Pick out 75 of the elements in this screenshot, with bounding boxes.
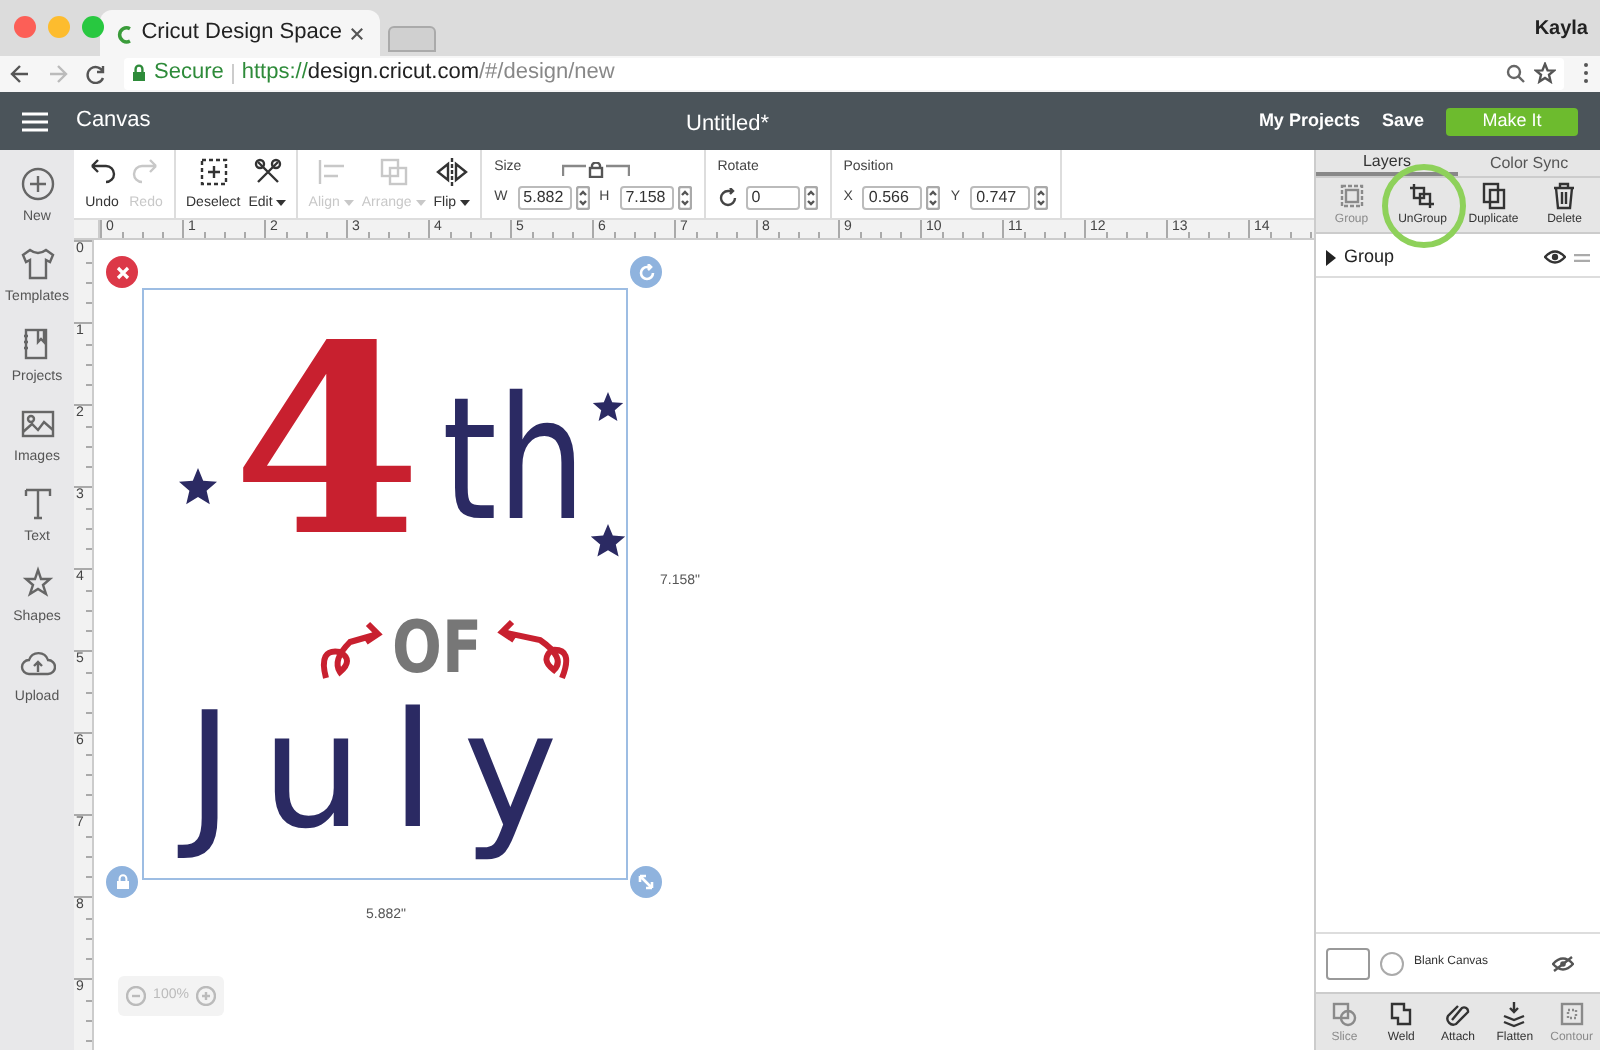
reload-icon[interactable]: [86, 63, 106, 83]
panel-tab[interactable]: Color Sync: [1458, 150, 1600, 176]
address-bar[interactable]: Secure https://design.cricut.com/#/design/new: [124, 57, 1564, 89]
tab-title: Cricut Design Space: [141, 18, 343, 49]
arrow-drawing: [499, 619, 570, 681]
action-icon: [1408, 182, 1437, 210]
tool-icon: [433, 154, 470, 190]
stepper-icon[interactable]: [677, 185, 692, 210]
stepper-icon[interactable]: [575, 185, 590, 210]
tool-icon: [1387, 999, 1416, 1027]
star-icon: [179, 468, 217, 505]
secure-label: Secure: [154, 58, 224, 89]
more-menu-icon[interactable]: [1582, 62, 1590, 84]
back-icon[interactable]: [10, 63, 30, 83]
header-link[interactable]: Save: [1381, 107, 1424, 135]
design-lettering[interactable]: 4: [232, 288, 413, 594]
lock-handle[interactable]: [106, 866, 138, 898]
rotate-handle[interactable]: [630, 256, 662, 288]
tool-icon: [195, 154, 232, 190]
caret-icon: [460, 200, 471, 206]
design-lettering[interactable]: July: [166, 684, 586, 868]
action-icon: [1337, 182, 1366, 210]
expand-icon[interactable]: [1326, 249, 1336, 265]
rotate-icon: [717, 187, 738, 208]
action-icon: [1550, 182, 1579, 210]
tool-icon: [1500, 999, 1529, 1027]
user-name: Kayla: [1534, 16, 1588, 44]
layer-row[interactable]: Group: [1316, 238, 1600, 278]
tool-icon: [1330, 999, 1359, 1027]
canvas-swatch[interactable]: [1326, 947, 1370, 979]
sidebar-icon: [19, 246, 55, 282]
height-field[interactable]: 7.158: [619, 185, 674, 210]
eye-icon[interactable]: [1552, 955, 1574, 971]
header-link[interactable]: My Projects: [1258, 107, 1360, 135]
caret-icon: [276, 200, 287, 206]
x-position-field[interactable]: 0.566: [862, 185, 923, 210]
tool-icon: [375, 154, 412, 190]
sidebar-icon: [19, 566, 55, 602]
layer-name: Group: [1344, 243, 1397, 270]
url-text: https://design.cricut.com/#/design/new: [241, 58, 615, 89]
resize-handle[interactable]: [630, 866, 662, 898]
rotate-field[interactable]: 0: [745, 185, 800, 210]
tool-icon: [1444, 999, 1473, 1027]
sidebar-icon: [19, 166, 55, 202]
lock-icon[interactable]: [561, 161, 630, 177]
search-icon[interactable]: [1506, 63, 1526, 83]
stepper-icon[interactable]: [926, 185, 941, 210]
design-lettering[interactable]: th: [442, 362, 617, 560]
stepper-icon[interactable]: [1034, 185, 1049, 210]
width-field[interactable]: 5.882: [517, 185, 572, 210]
menu-icon[interactable]: [22, 111, 48, 131]
y-position-field[interactable]: 0.747: [970, 185, 1031, 210]
star-icon[interactable]: [1534, 62, 1556, 84]
caret-icon: [415, 200, 426, 206]
action-icon: [1479, 182, 1508, 210]
document-title: Untitled*: [686, 110, 770, 140]
design-lettering[interactable]: OF: [392, 608, 503, 690]
delete-handle[interactable]: [106, 256, 138, 288]
caret-icon: [343, 200, 354, 206]
lock-icon: [132, 64, 146, 82]
tool-icon: [313, 154, 350, 190]
eye-icon[interactable]: [1544, 250, 1566, 264]
sidebar-icon: [19, 486, 55, 522]
selection-box[interactable]: [142, 288, 628, 880]
stepper-icon[interactable]: [803, 185, 818, 210]
cricut-logo-icon: [116, 21, 134, 45]
arrow-drawing: [320, 621, 381, 681]
browser-tab[interactable]: Cricut Design Space: [100, 10, 380, 56]
drag-handle-icon[interactable]: [1574, 253, 1590, 261]
page-title: Canvas: [76, 106, 151, 137]
close-icon[interactable]: [350, 25, 364, 41]
star-icon: [590, 524, 626, 557]
star-icon: [592, 392, 624, 421]
sidebar-icon: [19, 406, 55, 442]
tool-icon: [1557, 999, 1586, 1027]
